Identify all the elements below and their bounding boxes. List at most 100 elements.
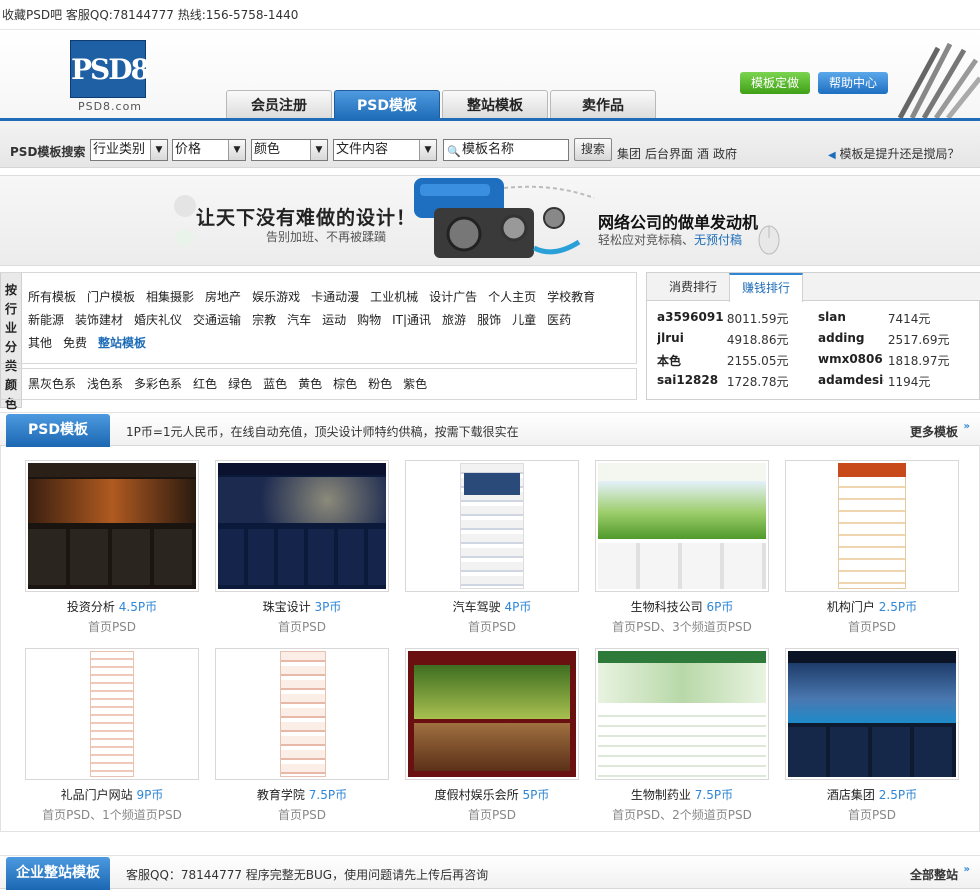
- color-link[interactable]: 棕色: [333, 377, 357, 391]
- category-link[interactable]: 宗教: [252, 313, 276, 327]
- search-button[interactable]: 搜索: [574, 138, 612, 161]
- category-row-2: 新能源 装饰建材 婚庆礼仪 交通运输 宗教 汽车 运动 购物 IT|通讯 旅游 服饰 儿童 医药: [28, 311, 582, 328]
- hot-tag[interactable]: 后台界面: [645, 147, 693, 161]
- all-sites-link[interactable]: 全部整站: [910, 864, 970, 883]
- notice-link[interactable]: ◀ 模板是提升还是搅局？: [828, 145, 960, 162]
- category-link[interactable]: 门户模板: [87, 290, 135, 304]
- color-link[interactable]: 浅色系: [87, 377, 123, 391]
- template-thumbnail[interactable]: [595, 460, 769, 592]
- template-card[interactable]: 投资分析 4.5P币 首页PSD: [25, 460, 199, 635]
- industry-select[interactable]: 行业类别 ▼: [90, 139, 168, 161]
- template-thumbnail[interactable]: [25, 460, 199, 592]
- template-card[interactable]: 酒店集团 2.5P币 首页PSD: [785, 648, 959, 823]
- template-card[interactable]: 礼品门户网站 9P币 首页PSD、1个频道页PSD: [25, 648, 199, 823]
- category-link-site-templates[interactable]: 整站模板: [98, 336, 146, 350]
- category-link[interactable]: 医药: [547, 313, 571, 327]
- color-link[interactable]: 绿色: [228, 377, 252, 391]
- logo-mark: PSD8: [71, 53, 150, 86]
- category-link[interactable]: 汽车: [287, 313, 311, 327]
- tab-sell-works[interactable]: 卖作品: [550, 90, 656, 118]
- category-row-1: 所有模板 门户模板 相集摄影 房地产 娱乐游戏 卡通动漫 工业机械 设计广告 个人主页 学校教育: [28, 288, 606, 305]
- industry-category-panel: 所有模板 门户模板 相集摄影 房地产 娱乐游戏 卡通动漫 工业机械 设计广告 个人主页 学校教育 …: [0, 272, 637, 364]
- color-category-panel: 黑灰色系 浅色系 多彩色系 红色 绿色 蓝色 黄色 棕色 粉色 紫色: [0, 368, 637, 400]
- category-link[interactable]: 房地产: [205, 290, 241, 304]
- template-thumbnail[interactable]: [785, 648, 959, 780]
- file-content-select[interactable]: 文件内容 ▼: [333, 139, 437, 161]
- rank-entry: jlrui 4918.86元: [657, 331, 789, 347]
- template-thumbnail[interactable]: [405, 460, 579, 592]
- template-thumbnail[interactable]: [25, 648, 199, 780]
- category-link[interactable]: 新能源: [28, 313, 64, 327]
- banner-right-title: 网络公司的做单发动机: [598, 213, 759, 232]
- category-row-3: 其他 免费 整站模板: [28, 334, 157, 351]
- category-link[interactable]: IT|通讯: [392, 313, 431, 327]
- template-thumbnail[interactable]: [595, 648, 769, 780]
- tab-earning-rank[interactable]: 赚钱排行: [729, 273, 803, 302]
- site-header: PSD8 PSD8.com 会员注册 PSD模板 整站模板 卖作品 模板定做 帮…: [0, 30, 980, 119]
- category-link[interactable]: 其他: [28, 336, 52, 350]
- template-name-input[interactable]: 🔍 模板名称: [443, 139, 569, 161]
- search-icon: 🔍: [447, 145, 461, 158]
- template-thumbnail[interactable]: [215, 460, 389, 592]
- color-link[interactable]: 紫色: [403, 377, 427, 391]
- speaker-icon: ◀: [828, 150, 836, 161]
- hot-search-tags: 集团 后台界面酒政府: [617, 145, 741, 162]
- chevron-down-icon: ▼: [150, 140, 167, 160]
- hot-tag[interactable]: 集团: [617, 147, 641, 161]
- color-link[interactable]: 多彩色系: [134, 377, 182, 391]
- rank-entry: 本色 2155.05元: [657, 354, 789, 368]
- hot-tag[interactable]: 政府: [713, 147, 737, 161]
- tab-register[interactable]: 会员注册: [226, 90, 332, 118]
- category-link[interactable]: 卡通动漫: [311, 290, 359, 304]
- category-link[interactable]: 儿童: [512, 313, 536, 327]
- promo-banner[interactable]: 让天下没有难做的设计！ 告别加班、不再被蹂躏 网络公司的做单发动机 轻松应对竞标…: [0, 175, 980, 266]
- category-link[interactable]: 学校教育: [547, 290, 595, 304]
- category-link[interactable]: 购物: [357, 313, 381, 327]
- template-thumbnail[interactable]: [405, 648, 579, 780]
- category-link[interactable]: 设计广告: [429, 290, 477, 304]
- category-link[interactable]: 工业机械: [370, 290, 418, 304]
- category-link[interactable]: 免费: [63, 336, 87, 350]
- help-center-button[interactable]: 帮助中心: [818, 72, 888, 94]
- category-link[interactable]: 婚庆礼仪: [134, 313, 182, 327]
- template-card[interactable]: 教育学院 7.5P币 首页PSD: [215, 648, 389, 823]
- color-link[interactable]: 黄色: [298, 377, 322, 391]
- category-link[interactable]: 运动: [322, 313, 346, 327]
- hot-tag[interactable]: 酒: [697, 147, 709, 161]
- custom-template-button[interactable]: 模板定做: [740, 72, 810, 94]
- tab-psd-templates[interactable]: PSD模板: [334, 90, 440, 119]
- color-select[interactable]: 颜色 ▼: [251, 139, 328, 161]
- psd-template-grid: 投资分析 4.5P币 首页PSD 珠宝设计 3P币 首页PSD 汽车驾驶 4P币…: [0, 446, 980, 832]
- price-select[interactable]: 价格 ▼: [172, 139, 246, 161]
- template-thumbnail[interactable]: [215, 648, 389, 780]
- psd-section-desc: 1P币=1元人民币，在线自动充值，顶尖设计师特约供稿，按需下载很实在: [126, 425, 519, 439]
- category-link[interactable]: 交通运输: [193, 313, 241, 327]
- color-link[interactable]: 蓝色: [263, 377, 287, 391]
- mouse-decoration: [758, 225, 780, 255]
- color-link[interactable]: 红色: [193, 377, 217, 391]
- more-templates-link[interactable]: 更多模板: [910, 421, 970, 440]
- template-card[interactable]: 度假村娱乐会所 5P币 首页PSD: [405, 648, 579, 823]
- template-thumbnail[interactable]: [785, 460, 959, 592]
- category-link[interactable]: 装饰建材: [75, 313, 123, 327]
- template-search-bar: PSD模板搜索 行业类别 ▼ 价格 ▼ 颜色 ▼ 文件内容 ▼ 🔍 模板名称 搜…: [0, 118, 980, 168]
- color-link[interactable]: 黑灰色系: [28, 377, 76, 391]
- template-card[interactable]: 珠宝设计 3P币 首页PSD: [215, 460, 389, 635]
- category-link[interactable]: 相集摄影: [146, 290, 194, 304]
- template-card[interactable]: 生物科技公司 6P币 首页PSD、3个频道页PSD: [595, 460, 769, 635]
- category-link[interactable]: 服饰: [477, 313, 501, 327]
- tab-site-templates[interactable]: 整站模板: [442, 90, 548, 118]
- category-link[interactable]: 所有模板: [28, 290, 76, 304]
- psd8-logo[interactable]: PSD8: [70, 40, 150, 98]
- color-link[interactable]: 粉色: [368, 377, 392, 391]
- tab-spending-rank[interactable]: 消费排行: [655, 273, 731, 301]
- rank-entry: sai12828 1728.78元: [657, 373, 789, 389]
- template-card[interactable]: 生物制药业 7.5P币 首页PSD、2个频道页PSD: [595, 648, 769, 823]
- template-card[interactable]: 机构门户 2.5P币 首页PSD: [785, 460, 959, 635]
- category-link[interactable]: 娱乐游戏: [252, 290, 300, 304]
- chevron-down-icon: ▼: [310, 140, 327, 160]
- category-link[interactable]: 旅游: [442, 313, 466, 327]
- category-link[interactable]: 个人主页: [488, 290, 536, 304]
- template-card[interactable]: 汽车驾驶 4P币 首页PSD: [405, 460, 579, 635]
- banner-right-sub: 轻松应对竞标稿、无预付稿: [598, 233, 743, 247]
